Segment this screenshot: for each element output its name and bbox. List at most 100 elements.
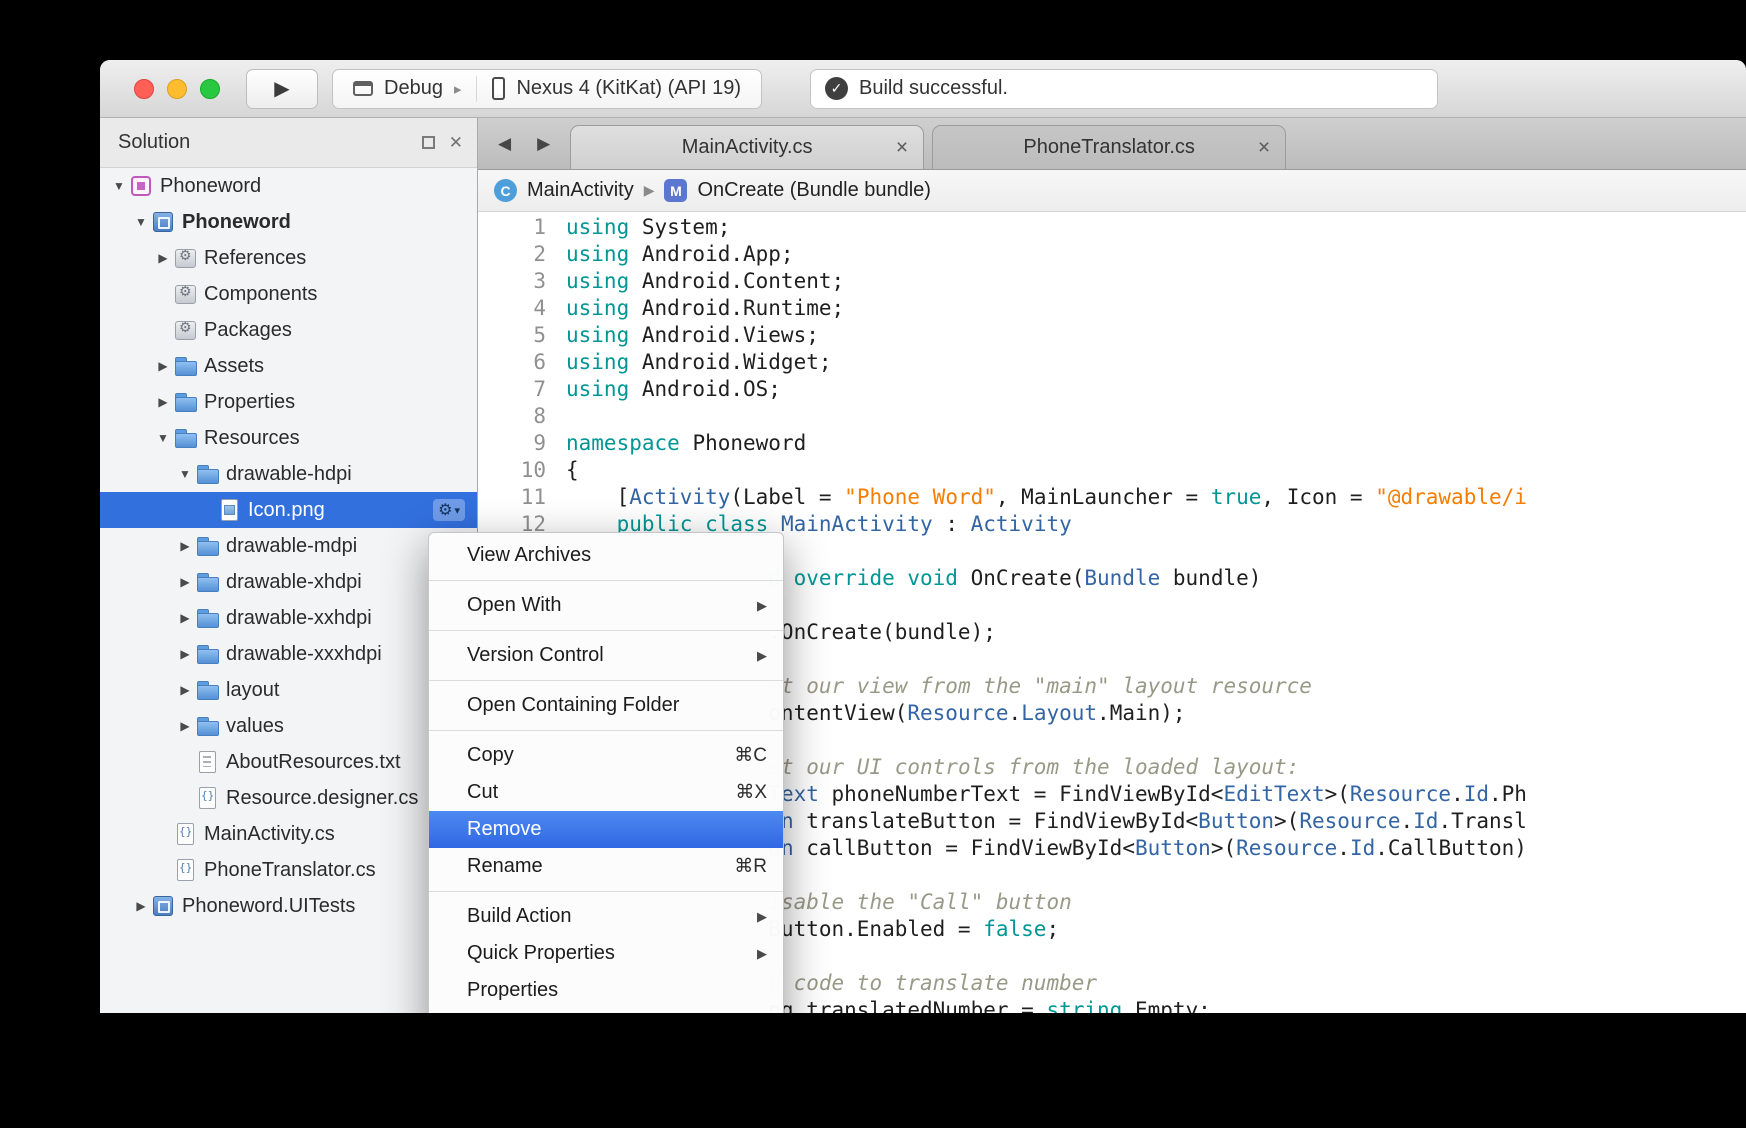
close-window-button[interactable]: [134, 79, 154, 99]
navigate-back-icon[interactable]: ◀: [498, 134, 511, 154]
navigate-forward-icon[interactable]: ▶: [537, 134, 550, 154]
tree-item-resources[interactable]: ▼Resources: [100, 420, 477, 456]
chevron-right-icon[interactable]: ▶: [152, 359, 174, 373]
solution-pad: Solution ✕ ▼Phoneword▼Phoneword▶Referenc…: [100, 118, 478, 1013]
menu-item-rename[interactable]: Rename⌘R: [429, 848, 783, 885]
code-token: Resource: [1236, 836, 1337, 860]
code-token: d code to translate number: [768, 971, 1097, 995]
configuration-device-selector[interactable]: Debug ▸ Nexus 4 (KitKat) (API 19): [332, 69, 762, 109]
chevron-down-icon[interactable]: ▼: [108, 179, 130, 193]
tree-item-aboutresources-txt[interactable]: AboutResources.txt: [100, 744, 477, 780]
menu-item-open-with[interactable]: Open With▶: [429, 587, 783, 624]
code-token: Id: [1413, 809, 1438, 833]
minimize-window-button[interactable]: [167, 79, 187, 99]
line-number: 9: [478, 430, 566, 457]
breadcrumb-method[interactable]: OnCreate (Bundle bundle): [697, 179, 930, 202]
folder-icon: [196, 463, 219, 485]
tree-item-label: Phoneword.UITests: [182, 895, 355, 918]
tree-item-references[interactable]: ▶References: [100, 240, 477, 276]
config-label[interactable]: Debug: [384, 77, 443, 100]
tree-item-label: MainActivity.cs: [204, 823, 335, 846]
tree-item-mainactivity-cs[interactable]: MainActivity.cs: [100, 816, 477, 852]
tree-item-phonetranslator-cs[interactable]: PhoneTranslator.cs: [100, 852, 477, 888]
menu-item-remove[interactable]: Remove: [429, 811, 783, 848]
tab-phonetranslator-cs[interactable]: PhoneTranslator.cs×: [932, 125, 1286, 169]
device-icon: [492, 77, 505, 100]
dock-pad-icon[interactable]: [422, 136, 435, 149]
tab-mainactivity-cs[interactable]: MainActivity.cs×: [570, 125, 924, 169]
chevron-right-icon[interactable]: ▶: [130, 899, 152, 913]
menu-item-properties[interactable]: Properties: [429, 972, 783, 1009]
code-token: .Transl: [1438, 809, 1527, 833]
menu-item-label: Version Control: [467, 644, 604, 667]
submenu-arrow-icon: ▶: [757, 648, 767, 664]
chevron-right-icon[interactable]: ▶: [174, 611, 196, 625]
tree-item-phoneword[interactable]: ▼Phoneword: [100, 168, 477, 204]
tree-item-properties[interactable]: ▶ Properties: [100, 384, 477, 420]
zoom-window-button[interactable]: [200, 79, 220, 99]
tree-item-layout[interactable]: ▶ layout: [100, 672, 477, 708]
code-line: 6using Android.Widget;: [478, 349, 1746, 376]
folder-icon: [196, 715, 219, 737]
tree-item-components[interactable]: Components: [100, 276, 477, 312]
chevron-right-icon[interactable]: ▶: [174, 719, 196, 733]
menu-item-cut[interactable]: Cut⌘X: [429, 774, 783, 811]
chevron-right-icon[interactable]: ▶: [174, 683, 196, 697]
chevron-right-icon[interactable]: ▶: [152, 395, 174, 409]
chevron-right-icon[interactable]: ▶: [174, 539, 196, 553]
tree-item-packages[interactable]: Packages: [100, 312, 477, 348]
line-number: 7: [478, 376, 566, 403]
method-icon: M: [664, 179, 687, 202]
tree-item-icon-png[interactable]: Icon.png⚙▾: [100, 492, 477, 528]
tree-item-label: Properties: [204, 391, 295, 414]
chevron-right-icon[interactable]: ▶: [174, 575, 196, 589]
code-line: 5using Android.Views;: [478, 322, 1746, 349]
tree-item-drawable-hdpi[interactable]: ▼drawable-hdpi: [100, 456, 477, 492]
file-cs-icon: [174, 823, 197, 845]
device-label[interactable]: Nexus 4 (KitKat) (API 19): [516, 77, 741, 100]
close-icon[interactable]: ×: [896, 137, 908, 158]
screen: ▶ Debug ▸ Nexus 4 (KitKat) (API 19) ✓ Bu…: [0, 0, 1746, 1128]
close-icon[interactable]: ×: [1258, 137, 1270, 158]
code-token: Id: [1350, 836, 1375, 860]
menu-item-copy[interactable]: Copy⌘C: [429, 737, 783, 774]
tree-item-phoneword[interactable]: ▼Phoneword: [100, 204, 477, 240]
chevron-right-icon[interactable]: ▶: [152, 251, 174, 265]
menu-separator: [429, 630, 783, 631]
menu-item-quick-properties[interactable]: Quick Properties▶: [429, 935, 783, 972]
menu-item-version-control[interactable]: Version Control ▶: [429, 637, 783, 674]
code-token: callButton = FindViewById<: [794, 836, 1135, 860]
run-button[interactable]: ▶: [246, 69, 318, 109]
tree-item-drawable-xhdpi[interactable]: ▶drawable-xhdpi: [100, 564, 477, 600]
menu-item-view-archives[interactable]: View Archives: [429, 537, 783, 574]
chevron-down-icon[interactable]: ▼: [130, 215, 152, 229]
chevron-down-icon[interactable]: ▼: [152, 431, 174, 445]
menu-shortcut: ⌘C: [734, 744, 767, 767]
code-token: "Phone Word": [844, 485, 996, 509]
code-token: Bundle: [1084, 566, 1160, 590]
tree-item-assets[interactable]: ▶Assets: [100, 348, 477, 384]
tree-item-phoneword-uitests[interactable]: ▶ Phoneword.UITests: [100, 888, 477, 924]
code-text: using Android.Content;: [566, 268, 1746, 295]
menu-item-build-action[interactable]: Build Action▶: [429, 898, 783, 935]
tree-item-drawable-mdpi[interactable]: ▶drawable-mdpi: [100, 528, 477, 564]
packages-icon: [174, 319, 197, 341]
code-token: using: [566, 323, 629, 347]
tree-item-label: layout: [226, 679, 279, 702]
code-text: namespace Phoneword: [566, 430, 1746, 457]
check-icon: ✓: [825, 77, 848, 100]
close-pad-icon[interactable]: ✕: [449, 134, 463, 151]
menu-item-open-containing-folder[interactable]: Open Containing Folder: [429, 687, 783, 724]
tree-item-drawable-xxhdpi[interactable]: ▶drawable-xxhdpi: [100, 600, 477, 636]
tree-item-resource-designer-cs[interactable]: Resource.designer.cs: [100, 780, 477, 816]
menu-item-label: Open With: [467, 594, 561, 617]
breadcrumb-class[interactable]: MainActivity: [527, 179, 634, 202]
gear-menu-button[interactable]: ⚙▾: [433, 499, 465, 521]
tree-item-values[interactable]: ▶values: [100, 708, 477, 744]
code-token: using: [566, 242, 629, 266]
tree-item-drawable-xxxhdpi[interactable]: ▶drawable-xxxhdpi: [100, 636, 477, 672]
chevron-down-icon[interactable]: ▼: [174, 467, 196, 481]
chevron-right-icon[interactable]: ▶: [174, 647, 196, 661]
file-cs-icon: [196, 787, 219, 809]
code-token: Android.OS;: [629, 377, 781, 401]
